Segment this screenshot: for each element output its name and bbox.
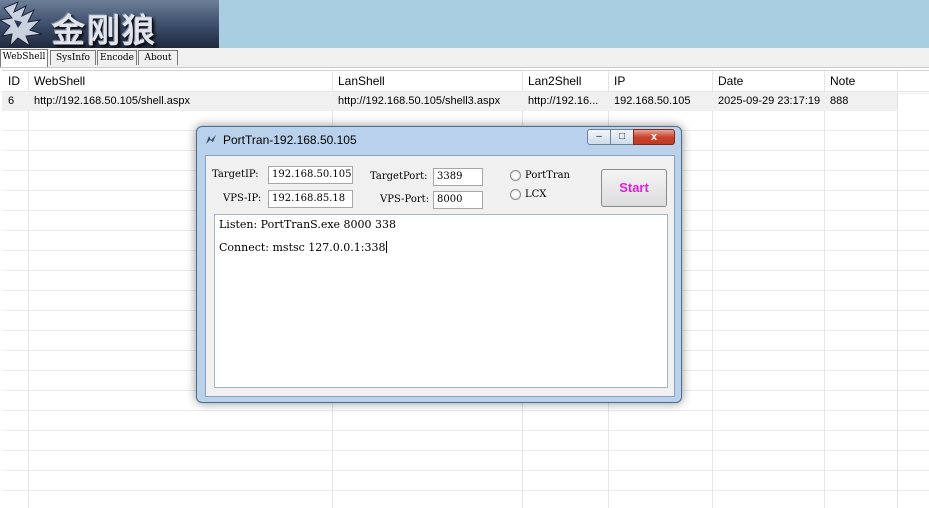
grid-header: ID WebShell LanShell Lan2Shell IP Date N… [2,71,929,92]
app-logo: 金刚狼 [0,0,219,48]
start-button[interactable]: Start [601,169,667,207]
target-port-label: TargetPort: [370,171,428,182]
target-port-field[interactable]: 3389 [433,168,483,186]
tab-label: About [144,53,172,63]
close-button[interactable]: x [633,129,675,145]
lcx-radio-label[interactable]: LCX [525,189,546,200]
text-caret [386,241,388,253]
cell-lanshell: http://192.168.50.105/shell3.aspx [338,95,501,107]
close-icon: x [650,131,658,143]
column-header-ip[interactable]: IP [608,71,625,91]
tab-sysinfo[interactable]: SysInfo [50,50,96,65]
dialog-title: PortTran-192.168.50.105 [223,133,357,147]
output-line-connect-text: Connect: mstsc 127.0.0.1:338 [219,241,386,254]
tab-encode[interactable]: Encode [97,50,137,65]
wolf-logo-icon [0,1,43,48]
porttran-radio-label[interactable]: PortTran [525,170,570,181]
output-line-listen: Listen: PortTranS.exe 8000 338 [219,218,397,231]
cell-id: 6 [8,95,15,107]
maximize-icon: □ [618,131,626,142]
app-banner: 金刚狼 [0,0,929,48]
minimize-button[interactable]: – [587,129,611,145]
vps-port-field[interactable]: 8000 [433,191,483,209]
vps-ip-field[interactable]: 192.168.85.18 [268,190,353,208]
porttran-dialog: PortTran-192.168.50.105 – □ x TargetIP: … [196,126,682,403]
lcx-radio[interactable] [510,189,521,200]
column-header-id[interactable]: ID [2,71,20,91]
maximize-button[interactable]: □ [610,129,634,145]
logo-text: 金刚狼 [52,11,157,48]
dialog-titlebar[interactable]: PortTran-192.168.50.105 – □ x [197,127,681,153]
column-divider [712,71,713,508]
cell-note: 888 [830,95,849,107]
column-header-date[interactable]: Date [712,71,743,91]
target-ip-label: TargetIP: [212,169,259,180]
dialog-body: TargetIP: 192.168.50.105 TargetPort: 338… [205,155,675,397]
minimize-icon: – [596,131,602,142]
cell-lan2shell: http://192.16... [528,95,599,107]
tab-label: WebShell [2,52,46,62]
vps-port-label: VPS-Port: [380,194,430,205]
tab-about[interactable]: About [138,50,178,65]
cell-ip: 192.168.50.105 [614,95,691,107]
tab-bar: WebShell SysInfo Encode About [0,48,929,68]
target-ip-field[interactable]: 192.168.50.105 [268,166,353,184]
table-row[interactable]: 6 http://192.168.50.105/shell.aspx http:… [2,92,897,111]
tab-label: SysInfo [56,53,90,63]
column-header-lanshell[interactable]: LanShell [332,71,385,91]
column-header-webshell[interactable]: WebShell [28,71,85,91]
vps-ip-label: VPS-IP: [223,193,262,204]
output-textarea[interactable]: Listen: PortTranS.exe 8000 338 Connect: … [214,214,668,388]
column-divider [897,71,898,508]
cell-date: 2025-09-29 23:17:19 [718,95,821,107]
tab-label: Encode [100,53,134,63]
cell-webshell: http://192.168.50.105/shell.aspx [34,95,190,107]
output-line-connect: Connect: mstsc 127.0.0.1:338 [219,241,388,254]
column-header-lan2shell[interactable]: Lan2Shell [522,71,581,91]
column-divider [824,71,825,508]
column-divider [28,71,29,508]
column-header-note[interactable]: Note [824,71,855,91]
porttran-radio[interactable] [510,170,521,181]
tab-webshell[interactable]: WebShell [0,49,48,67]
app-icon [206,135,216,144]
